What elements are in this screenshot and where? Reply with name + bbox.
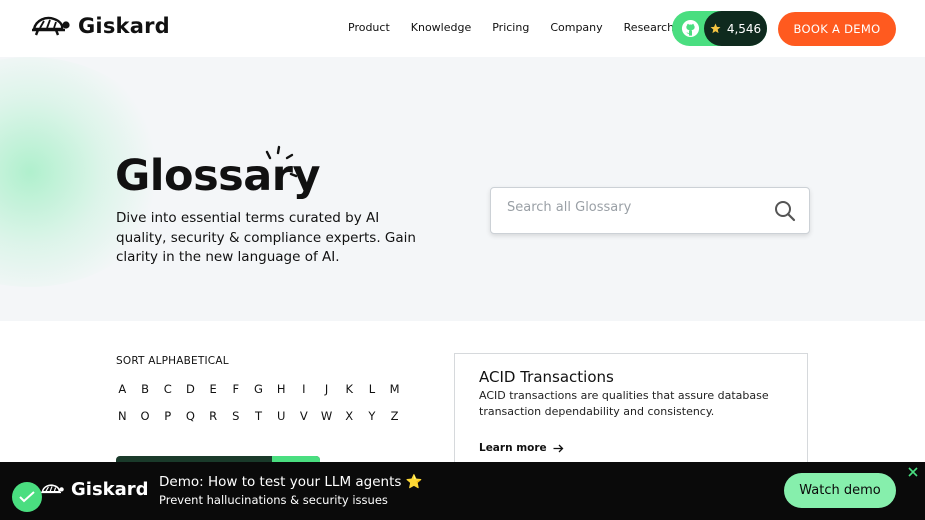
github-stars-button[interactable]: 4,546	[672, 11, 767, 46]
nav-product[interactable]: Product	[348, 21, 390, 34]
letter-l[interactable]: L	[361, 380, 384, 398]
logo-text: Giskard	[78, 14, 170, 38]
search-icon[interactable]	[774, 200, 796, 222]
giskard-logo[interactable]: Giskard	[30, 13, 170, 39]
sort-label: SORT ALPHABETICAL	[116, 355, 229, 367]
letter-w[interactable]: W	[315, 407, 338, 425]
turtle-logo-icon	[41, 483, 64, 493]
letter-y[interactable]: Y	[361, 407, 384, 425]
watch-demo-button[interactable]: Watch demo	[784, 473, 896, 508]
hero-section: Glossary Dive into essential terms curat…	[0, 57, 925, 321]
nav-company[interactable]: Company	[550, 21, 602, 34]
banner-title: Demo: How to test your LLM agents ⭐	[159, 474, 423, 490]
arrow-right-icon	[553, 444, 564, 452]
letter-n[interactable]: N	[111, 407, 134, 425]
letter-i[interactable]: I	[293, 380, 316, 398]
close-icon[interactable]	[906, 465, 920, 479]
letter-d[interactable]: D	[179, 380, 202, 398]
banner-logo-text: Giskard	[71, 479, 149, 500]
letter-c[interactable]: C	[156, 380, 179, 398]
letter-e[interactable]: E	[202, 380, 225, 398]
card-description: ACID transactions are qualities that ass…	[479, 389, 769, 418]
star-count-text: 4,546	[726, 21, 762, 36]
letter-v[interactable]: V	[293, 407, 316, 425]
letter-s[interactable]: S	[224, 407, 247, 425]
nav-knowledge[interactable]: Knowledge	[411, 21, 471, 34]
learn-more-link[interactable]: Learn more	[479, 442, 564, 454]
card-title: ACID Transactions	[479, 368, 614, 386]
letter-u[interactable]: U	[270, 407, 293, 425]
checkmark-badge-icon	[12, 482, 42, 512]
letter-r[interactable]: R	[202, 407, 225, 425]
top-navbar: Giskard Product Knowledge Pricing Compan…	[0, 0, 925, 57]
letter-p[interactable]: P	[156, 407, 179, 425]
github-icon	[681, 19, 700, 38]
hero-description: Dive into essential terms curated by AI …	[116, 210, 416, 265]
book-demo-button[interactable]: BOOK A DEMO	[778, 12, 896, 46]
nav-pricing[interactable]: Pricing	[492, 21, 529, 34]
letter-k[interactable]: K	[338, 380, 361, 398]
learn-more-label: Learn more	[479, 442, 547, 454]
alphabet-filter: A B C D E F G H I J K L M N O P Q R S T …	[111, 380, 411, 425]
nav-links: Product Knowledge Pricing Company Resear…	[348, 21, 695, 34]
letter-b[interactable]: B	[134, 380, 157, 398]
star-count: 4,546	[704, 11, 767, 46]
letter-a[interactable]: A	[111, 380, 134, 398]
star-icon	[710, 23, 721, 34]
letter-j[interactable]: J	[315, 380, 338, 398]
nav-research[interactable]: Research	[624, 21, 674, 34]
letter-z[interactable]: Z	[383, 407, 406, 425]
letter-q[interactable]: Q	[179, 407, 202, 425]
search-input[interactable]	[507, 200, 757, 215]
turtle-logo-icon	[32, 16, 70, 36]
banner-subtitle: Prevent hallucinations & security issues	[159, 493, 388, 507]
letter-m[interactable]: M	[383, 380, 406, 398]
letter-o[interactable]: O	[134, 407, 157, 425]
demo-banner: Giskard Demo: How to test your LLM agent…	[0, 462, 925, 520]
letter-h[interactable]: H	[270, 380, 293, 398]
letter-f[interactable]: F	[224, 380, 247, 398]
checkmark-icon	[19, 491, 35, 503]
letter-g[interactable]: G	[247, 380, 270, 398]
banner-logo: Giskard	[40, 479, 149, 500]
glossary-search	[490, 187, 810, 234]
letter-t[interactable]: T	[247, 407, 270, 425]
sparkle-icon	[265, 145, 298, 178]
letter-x[interactable]: X	[338, 407, 361, 425]
